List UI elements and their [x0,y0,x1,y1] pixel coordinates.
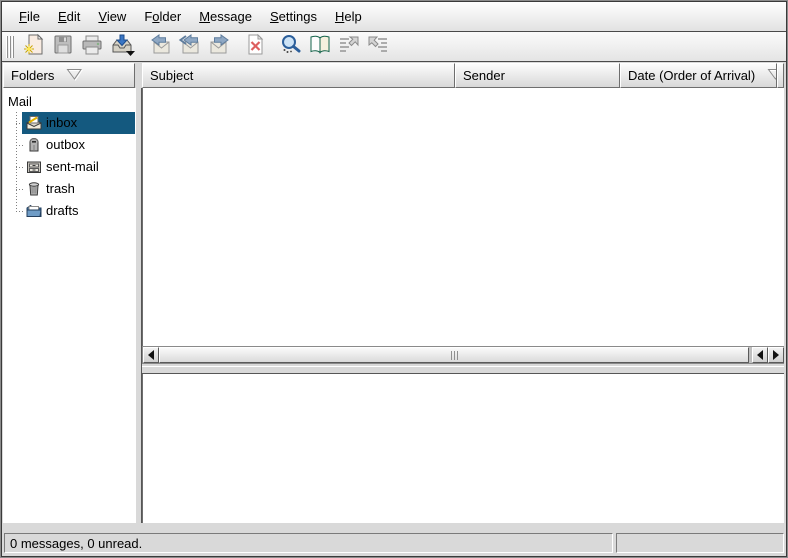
search-icon [279,33,303,60]
check-mail-button[interactable] [106,33,139,60]
next-unread-icon [366,33,390,60]
menu-help[interactable]: Help [326,5,371,28]
sort-indicator-icon [66,67,83,84]
inbox-icon [25,114,43,132]
forward-button[interactable] [204,33,233,60]
toolbar-drag-handle[interactable] [6,36,14,58]
address-book-button[interactable] [305,33,334,60]
folder-item-inbox[interactable]: inbox [3,112,135,134]
save-icon [51,33,75,60]
previous-unread-message-button[interactable] [334,33,363,60]
sender-column-header[interactable]: Sender [455,63,620,88]
folder-item-outbox[interactable]: outbox [3,134,135,156]
arrow-left-icon [757,350,763,360]
arrow-right-icon [773,350,779,360]
reply-all-icon [178,33,202,60]
arrow-left-icon [148,350,154,360]
scroll-left-button[interactable] [143,347,159,363]
check-mail-icon [110,33,136,60]
menu-message[interactable]: Message [190,5,261,28]
save-button[interactable] [48,33,77,60]
delete-icon [243,33,267,60]
message-list-pane [142,88,784,346]
menu-folder[interactable]: Folder [135,5,190,28]
menu-file[interactable]: File [10,5,49,28]
hscrollbar-thumb[interactable] [159,347,749,363]
folder-item-trash[interactable]: trash [3,178,135,200]
horizontal-splitter[interactable] [142,366,784,374]
next-unread-message-button[interactable] [363,33,392,60]
reply-all-button[interactable] [175,33,204,60]
print-icon [80,33,104,60]
new-message-icon [22,33,46,60]
menu-settings[interactable]: Settings [261,5,326,28]
menu-bar: File Edit View Folder Message Settings H… [2,2,786,32]
thumb-grip-icon [451,351,458,360]
date-column-header[interactable]: Date (Order of Arrival) [620,63,777,88]
scroll-left-button-right[interactable] [752,347,768,363]
drafts-icon [25,202,43,220]
previous-unread-icon [337,33,361,60]
print-button[interactable] [77,33,106,60]
folder-item-sent-mail[interactable]: sent-mail [3,156,135,178]
main-toolbar [2,32,786,62]
reply-icon [149,33,173,60]
find-messages-button[interactable] [276,33,305,60]
message-preview-pane [142,374,784,523]
status-secondary-panel [616,533,784,553]
delete-button[interactable] [240,33,269,60]
folder-item-drafts[interactable]: drafts [3,200,135,222]
menu-view[interactable]: View [89,5,135,28]
folders-column-header[interactable]: Folders [3,63,135,88]
trash-icon [25,180,43,198]
new-message-button[interactable] [19,33,48,60]
sent-mail-icon [25,158,43,176]
sort-indicator-icon [767,67,777,84]
address-book-icon [308,33,332,60]
folder-tree-pane: Mail inbox outbox [3,88,135,523]
reply-button[interactable] [146,33,175,60]
folder-root-mail[interactable]: Mail [8,94,32,109]
status-bar: 0 messages, 0 unread. [2,529,786,556]
menu-edit[interactable]: Edit [49,5,89,28]
vertical-splitter[interactable] [135,88,142,523]
outbox-icon [25,136,43,154]
header-corner-cap [777,63,784,88]
status-message-panel: 0 messages, 0 unread. [4,533,613,553]
forward-icon [207,33,231,60]
scroll-right-button[interactable] [768,347,784,363]
subject-column-header[interactable]: Subject [142,63,455,88]
message-list-hscrollbar [142,346,784,364]
